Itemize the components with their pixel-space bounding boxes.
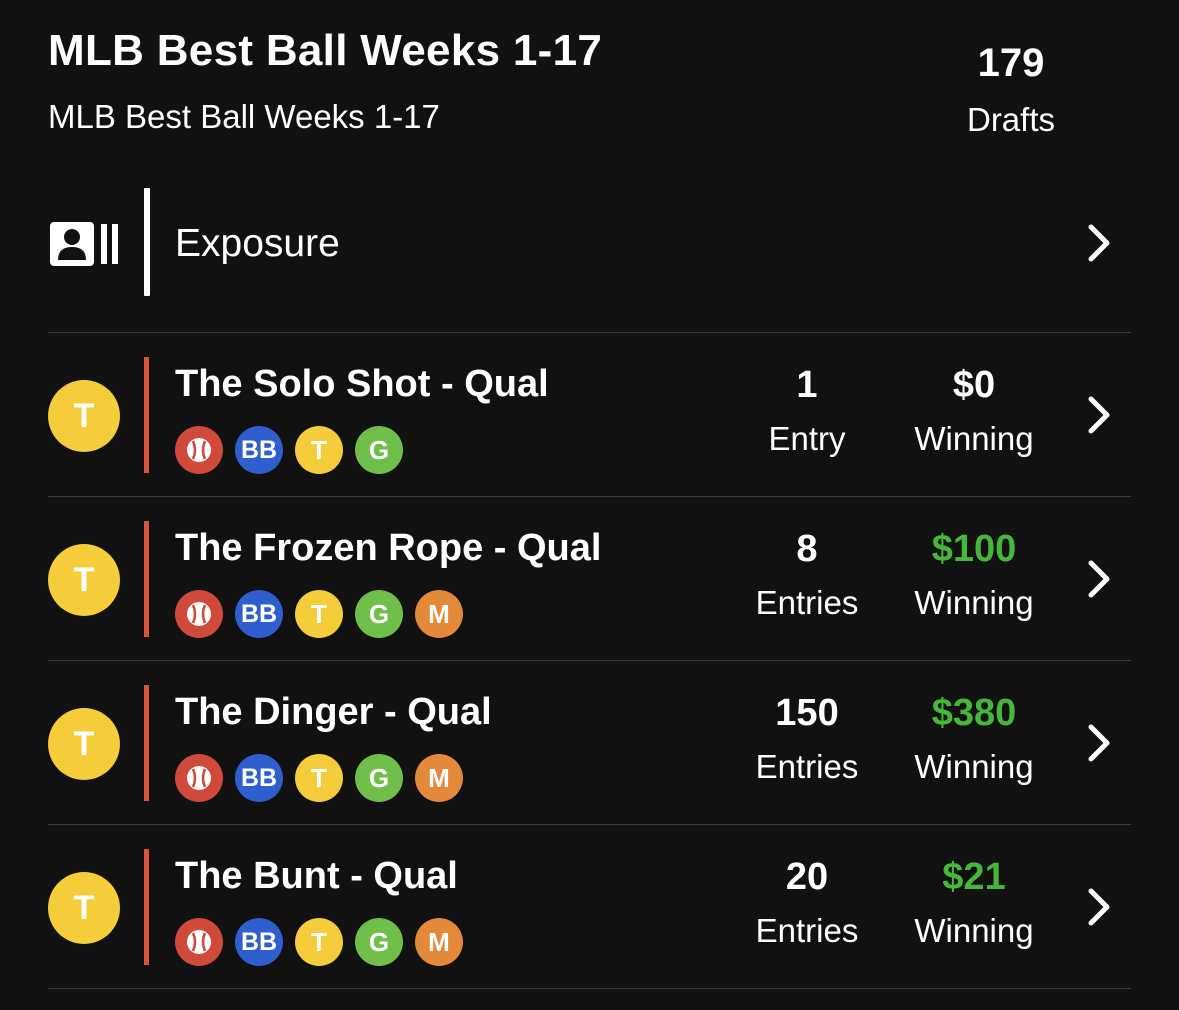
winning-stat: $380 Winning	[894, 691, 1054, 787]
badge-bb: BB	[235, 754, 283, 802]
baseball-icon	[175, 426, 223, 474]
contest-badges: BB T G M	[175, 590, 463, 638]
contest-accent-bar	[144, 521, 149, 637]
winning-stat: $21 Winning	[894, 855, 1054, 951]
entries-label: Entries	[755, 748, 859, 785]
badge-bb: BB	[235, 918, 283, 966]
baseball-icon	[175, 754, 223, 802]
badge-m: M	[415, 918, 463, 966]
badge-t: T	[295, 918, 343, 966]
entries-stat: 8 Entries	[727, 527, 887, 623]
drafts-label: Drafts	[966, 101, 1055, 138]
chevron-right-icon[interactable]	[1083, 395, 1113, 435]
contest-name: The Frozen Rope - Qual	[175, 527, 602, 569]
badge-bb: BB	[235, 590, 283, 638]
contest-row[interactable]: T The Solo Shot - Qual BB T G 1 Entry $0…	[48, 333, 1131, 497]
winning-amount: $100	[931, 528, 1017, 570]
contest-badges: BB T G	[175, 426, 403, 474]
badge-g: G	[355, 754, 403, 802]
page-header: MLB Best Ball Weeks 1-17 MLB Best Ball W…	[48, 26, 1131, 146]
contest-avatar: T	[48, 872, 120, 944]
chevron-right-icon[interactable]	[1083, 559, 1113, 599]
entries-count: 1	[796, 364, 818, 406]
entries-count: 8	[796, 528, 818, 570]
badge-m: M	[415, 754, 463, 802]
chevron-right-icon[interactable]	[1083, 223, 1113, 263]
entries-label: Entry	[768, 420, 846, 457]
chevron-right-icon[interactable]	[1083, 887, 1113, 927]
contest-row[interactable]: T The Dinger - Qual BB T G M 150 Entries…	[48, 661, 1131, 825]
contest-badges: BB T G M	[175, 754, 463, 802]
chevron-right-icon[interactable]	[1083, 723, 1113, 763]
contest-accent-bar	[144, 685, 149, 801]
contest-name: The Bunt - Qual	[175, 855, 458, 897]
drafts-count: 179	[977, 41, 1045, 85]
winning-amount: $21	[942, 856, 1006, 898]
contest-avatar: T	[48, 708, 120, 780]
entries-stat: 20 Entries	[727, 855, 887, 951]
contest-name: The Solo Shot - Qual	[175, 363, 549, 405]
winning-label: Winning	[914, 912, 1034, 949]
badge-t: T	[295, 590, 343, 638]
contest-name: The Dinger - Qual	[175, 691, 492, 733]
roster-id-card-icon	[50, 222, 120, 266]
badge-t: T	[295, 426, 343, 474]
winning-stat: $100 Winning	[894, 527, 1054, 623]
contest-row[interactable]: T The Bunt - Qual BB T G M 20 Entries $2…	[48, 825, 1131, 989]
baseball-icon	[175, 590, 223, 638]
contest-avatar: T	[48, 544, 120, 616]
page-title: MLB Best Ball Weeks 1-17	[48, 26, 603, 75]
contest-avatar: T	[48, 380, 120, 452]
badge-m: M	[415, 590, 463, 638]
exposure-label: Exposure	[175, 222, 340, 265]
entries-count: 150	[775, 692, 839, 734]
contest-badges: BB T G M	[175, 918, 463, 966]
page-subtitle: MLB Best Ball Weeks 1-17	[48, 98, 440, 135]
badge-t: T	[295, 754, 343, 802]
badge-g: G	[355, 426, 403, 474]
entries-label: Entries	[755, 584, 859, 621]
exposure-row[interactable]: Exposure	[48, 188, 1131, 298]
badge-g: G	[355, 918, 403, 966]
divider	[48, 988, 1131, 989]
entries-stat: 150 Entries	[727, 691, 887, 787]
entries-stat: 1 Entry	[727, 363, 887, 459]
winning-amount: $0	[952, 364, 996, 406]
entries-count: 20	[785, 856, 829, 898]
badge-g: G	[355, 590, 403, 638]
entries-label: Entries	[755, 912, 859, 949]
winning-label: Winning	[914, 748, 1034, 785]
badge-bb: BB	[235, 426, 283, 474]
winning-label: Winning	[914, 420, 1034, 457]
drafts-summary: 179 Drafts	[941, 42, 1081, 140]
winning-stat: $0 Winning	[894, 363, 1054, 459]
contest-accent-bar	[144, 357, 149, 473]
baseball-icon	[175, 918, 223, 966]
exposure-divider	[144, 188, 150, 296]
contest-accent-bar	[144, 849, 149, 965]
winning-label: Winning	[914, 584, 1034, 621]
contest-row[interactable]: T The Frozen Rope - Qual BB T G M 8 Entr…	[48, 497, 1131, 661]
winning-amount: $380	[931, 692, 1017, 734]
